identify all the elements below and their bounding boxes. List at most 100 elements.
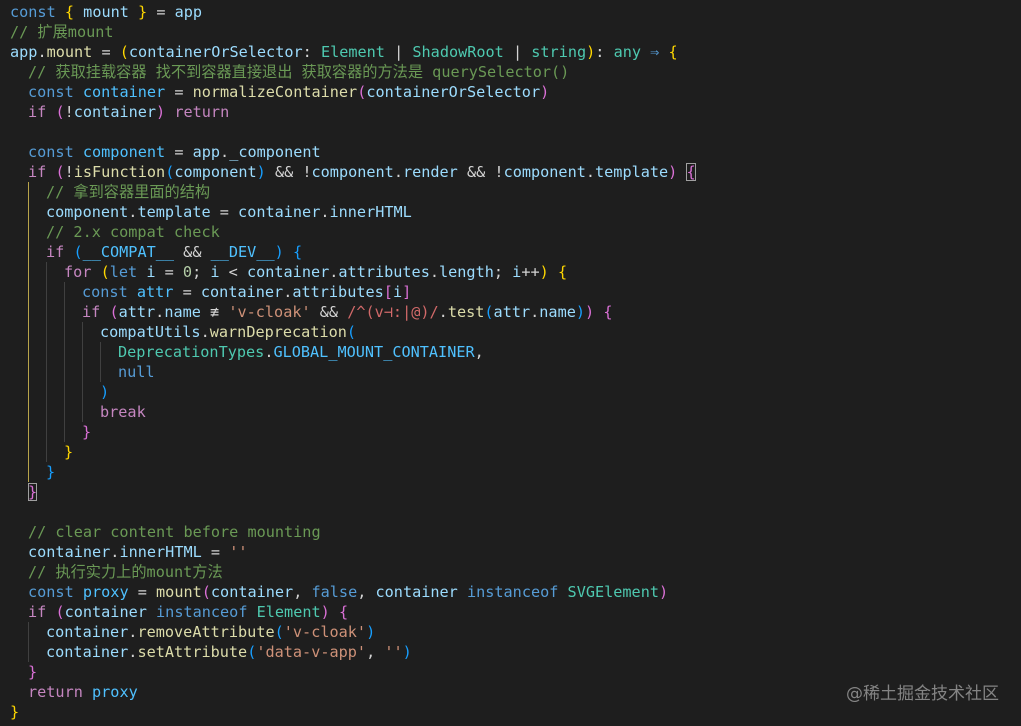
- code-line[interactable]: [10, 122, 1010, 142]
- code-line[interactable]: container.setAttribute('data-v-app', ''): [10, 642, 1010, 662]
- code-token: removeAttribute: [137, 623, 275, 641]
- code-token: (: [100, 263, 110, 281]
- code-token: .: [438, 303, 448, 321]
- code-line[interactable]: const container = normalizeContainer(con…: [10, 82, 1010, 102]
- code-token: container: [210, 583, 294, 601]
- code-line[interactable]: // clear content before mounting: [10, 522, 1010, 542]
- code-line[interactable]: // 获取挂载容器 找不到容器直接退出 获取容器的方法是 querySelect…: [10, 62, 1010, 82]
- code-tokens: // 获取挂载容器 找不到容器直接退出 获取容器的方法是 querySelect…: [10, 63, 569, 81]
- code-line[interactable]: const component = app._component: [10, 142, 1010, 162]
- code-token: }: [28, 483, 38, 501]
- code-line[interactable]: const attr = container.attributes[i]: [10, 282, 1010, 302]
- code-tokens: // 执行实力上的mount方法: [10, 563, 223, 581]
- code-token: container: [200, 283, 284, 301]
- code-line[interactable]: app.mount = (containerOrSelector: Elemen…: [10, 42, 1010, 62]
- code-token: // 2.x compat check: [46, 223, 220, 241]
- code-token: GLOBAL_MOUNT_CONTAINER: [273, 343, 475, 361]
- code-token: proxy: [92, 683, 138, 701]
- code-line[interactable]: }: [10, 482, 1010, 502]
- code-tokens: const { mount } = app: [10, 3, 202, 21]
- code-line[interactable]: if (!container) return: [10, 102, 1010, 122]
- code-token: =: [210, 203, 239, 221]
- code-line[interactable]: null: [10, 362, 1010, 382]
- code-tokens: break: [10, 403, 146, 421]
- code-line[interactable]: if (container instanceof Element) {: [10, 602, 1010, 622]
- code-token: }: [10, 703, 20, 721]
- code-line[interactable]: }: [10, 422, 1010, 442]
- code-line[interactable]: container.removeAttribute('v-cloak'): [10, 622, 1010, 642]
- code-line[interactable]: // 扩展mount: [10, 22, 1010, 42]
- code-tokens: }: [10, 483, 38, 501]
- code-token: .: [200, 323, 210, 341]
- code-token: innerHTML: [329, 203, 412, 221]
- code-token: '': [384, 643, 403, 661]
- code-token: isFunction: [73, 163, 166, 181]
- code-token: attributes: [292, 283, 384, 301]
- code-line[interactable]: }: [10, 462, 1010, 482]
- code-token: =: [165, 83, 193, 101]
- code-line[interactable]: if (attr.name ≢ 'v-cloak' && /^(v⊣:|@)/.…: [10, 302, 1010, 322]
- code-token: (: [55, 163, 65, 181]
- code-tokens: }: [10, 463, 55, 481]
- code-token: null: [118, 363, 155, 381]
- code-token: render: [402, 163, 458, 181]
- code-line[interactable]: component.template = container.innerHTML: [10, 202, 1010, 222]
- code-token: =: [201, 543, 230, 561]
- code-line[interactable]: break: [10, 402, 1010, 422]
- code-token: component: [311, 163, 394, 181]
- code-line[interactable]: // 拿到容器里面的结构: [10, 182, 1010, 202]
- code-token: compatUtils: [100, 323, 201, 341]
- code-line[interactable]: compatUtils.warnDeprecation(: [10, 322, 1010, 342]
- code-token: ): [320, 603, 330, 621]
- code-token: instanceof: [457, 583, 568, 601]
- code-token: ): [256, 163, 266, 181]
- code-line[interactable]: // 执行实力上的mount方法: [10, 562, 1010, 582]
- code-token: [: [383, 283, 393, 301]
- code-token: containerOrSelector: [366, 83, 541, 101]
- code-token: string: [531, 43, 587, 61]
- code-tokens: // 2.x compat check: [10, 223, 220, 241]
- code-line[interactable]: if (!isFunction(component) && !component…: [10, 162, 1010, 182]
- code-line[interactable]: container.innerHTML = '': [10, 542, 1010, 562]
- code-token: // 获取挂载容器 找不到容器直接退出 获取容器的方法是 querySelect…: [28, 63, 570, 81]
- code-token: (: [55, 103, 65, 121]
- code-token: 'data-v-app': [256, 643, 367, 661]
- code-token: let: [109, 263, 147, 281]
- code-token: for: [64, 263, 101, 281]
- code-token: template: [595, 163, 669, 181]
- code-line[interactable]: const proxy = mount(container, false, co…: [10, 582, 1010, 602]
- code-tokens: const attr = container.attributes[i]: [10, 283, 411, 301]
- code-editor[interactable]: const { mount } = app// 扩展mount app.mount…: [10, 2, 1010, 722]
- code-tokens: if (!container) return: [10, 103, 229, 121]
- code-token: && !: [457, 163, 504, 181]
- code-tokens: }: [10, 663, 37, 681]
- code-token: if: [28, 103, 56, 121]
- code-line[interactable]: }: [10, 702, 1010, 722]
- code-line[interactable]: DeprecationTypes.GLOBAL_MOUNT_CONTAINER,: [10, 342, 1010, 362]
- code-token: (: [484, 303, 494, 321]
- code-token: (: [357, 83, 367, 101]
- code-token: template: [137, 203, 211, 221]
- code-tokens: }: [10, 443, 73, 461]
- code-line[interactable]: for (let i = 0; i < container.attributes…: [10, 262, 1010, 282]
- code-token: {: [668, 43, 678, 61]
- code-line[interactable]: // 2.x compat check: [10, 222, 1010, 242]
- code-line[interactable]: ): [10, 382, 1010, 402]
- code-token: length: [439, 263, 494, 281]
- code-token: <: [219, 263, 247, 281]
- code-line[interactable]: [10, 502, 1010, 522]
- code-token: container: [238, 203, 321, 221]
- code-token: ;: [192, 263, 211, 281]
- code-line[interactable]: }: [10, 442, 1010, 462]
- code-token: attr: [493, 303, 531, 321]
- code-token: }: [82, 423, 92, 441]
- code-line[interactable]: if (__COMPAT__ && __DEV__) {: [10, 242, 1010, 262]
- code-line[interactable]: const { mount } = app: [10, 2, 1010, 22]
- code-token: innerHTML: [119, 543, 202, 561]
- code-token: .: [37, 43, 47, 61]
- code-tokens: if (attr.name ≢ 'v-cloak' && /^(v⊣:|@)/.…: [10, 303, 612, 321]
- code-token: .: [220, 143, 230, 161]
- code-token: ,: [357, 583, 376, 601]
